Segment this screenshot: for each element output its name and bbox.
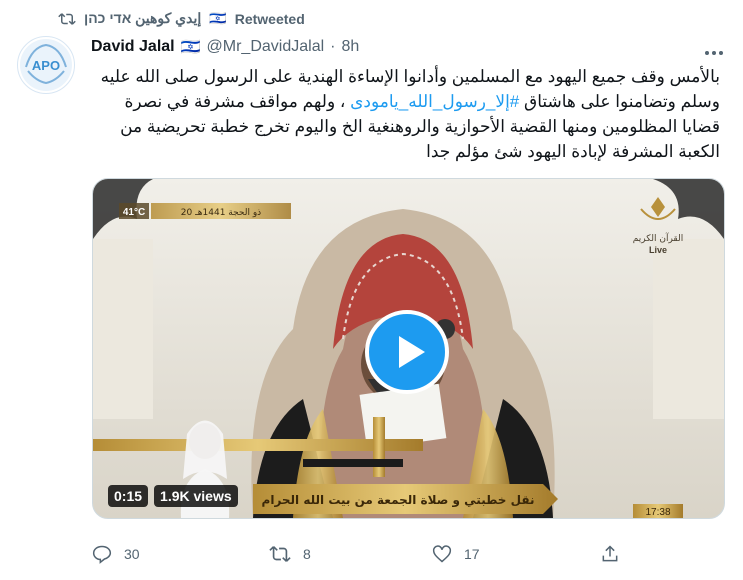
like-count: 17	[464, 546, 480, 562]
clock-label: 17:38	[645, 507, 670, 518]
play-icon	[399, 336, 425, 368]
author-name[interactable]: David Jalal	[91, 38, 175, 56]
tweet-text: بالأمس وقف جميع اليهود مع المسلمين وأدان…	[92, 64, 720, 164]
channel-label: القرآن الكريم	[633, 232, 683, 244]
tweet-actions: 30 8 17	[92, 542, 723, 570]
retweeted-label: Retweeted	[234, 10, 305, 27]
caption-label: نقل خطبتي و صلاة الجمعة من بيت الله الحر…	[262, 493, 535, 508]
reply-count: 30	[124, 546, 140, 562]
video-stats: 0:15 1.9K views	[108, 485, 238, 507]
tweet-time[interactable]: 8h	[341, 38, 359, 56]
share-button[interactable]	[600, 544, 620, 564]
retweet-icon	[58, 12, 76, 26]
separator-dot: ·	[330, 38, 336, 55]
share-icon	[600, 544, 620, 564]
retweet-count: 8	[303, 546, 311, 562]
retweet-indicator: إيدي كوهين אדי כהן 🇮🇱 Retweeted	[58, 10, 305, 27]
retweeter-name[interactable]: إيدي كوهين אדי כהן	[84, 10, 201, 27]
retweeter-flag: 🇮🇱	[209, 10, 227, 26]
reply-icon	[92, 544, 112, 564]
date-label: 20 ذو الحجة 1441هـ	[181, 208, 261, 218]
video-duration: 0:15	[108, 485, 149, 507]
avatar-text: APO	[32, 58, 60, 73]
hashtag-link[interactable]: #إلا_رسول_الله_يامودى	[350, 92, 519, 111]
retweet-action-icon	[269, 544, 291, 564]
retweet-button[interactable]: 8	[269, 544, 311, 564]
play-button[interactable]	[365, 310, 449, 394]
reply-button[interactable]: 30	[92, 544, 140, 564]
heart-icon	[432, 544, 452, 564]
more-options-icon[interactable]	[704, 40, 724, 61]
video-views: 1.9K views	[154, 485, 238, 507]
avatar[interactable]: APO	[17, 36, 75, 94]
tweet-header: David Jalal 🇮🇱 @Mr_DavidJalal · 8h	[91, 37, 359, 57]
like-button[interactable]: 17	[432, 544, 480, 564]
author-handle[interactable]: @Mr_DavidJalal	[207, 38, 325, 56]
temperature-label: 41°C	[123, 207, 145, 218]
author-flag: 🇮🇱	[180, 39, 201, 56]
live-label: Live	[649, 245, 667, 255]
